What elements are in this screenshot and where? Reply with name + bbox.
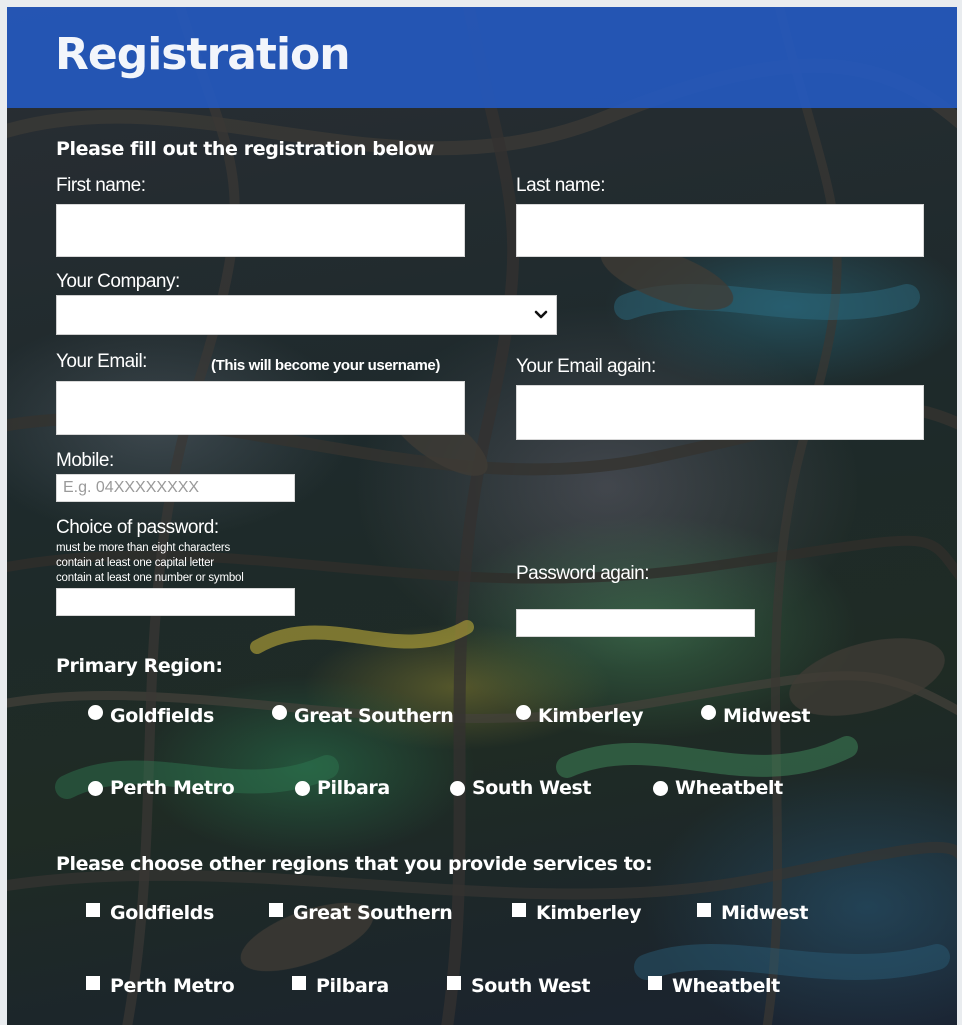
other-region-wheatbelt[interactable]: Wheatbelt: [648, 975, 780, 997]
radio-button[interactable]: [88, 704, 103, 720]
radio-button[interactable]: [295, 780, 310, 796]
region-label: Pilbara: [317, 777, 390, 799]
other-region-pilbara[interactable]: Pilbara: [292, 975, 389, 997]
checkbox[interactable]: [292, 976, 306, 990]
email-again-input[interactable]: [516, 385, 924, 440]
password-rule: contain at least one number or symbol: [56, 572, 244, 584]
first-name-label: First name:: [56, 175, 146, 196]
checkbox[interactable]: [697, 903, 711, 917]
password-rule: must be more than eight characters: [56, 542, 231, 554]
radio-button[interactable]: [701, 704, 716, 720]
mobile-input[interactable]: [56, 474, 295, 502]
region-label: Great Southern: [294, 705, 454, 727]
region-label: Kimberley: [538, 705, 644, 727]
radio-button[interactable]: [653, 780, 668, 796]
password-rule: contain at least one capital letter: [56, 557, 214, 569]
registration-panel: Registration Please fill out the registr…: [7, 7, 957, 1025]
email-username-note: (This will become your username): [211, 357, 440, 374]
last-name-label: Last name:: [516, 175, 606, 196]
page-title: Registration: [55, 29, 351, 80]
other-region-perth-metro[interactable]: Perth Metro: [86, 975, 235, 997]
checkbox[interactable]: [447, 976, 461, 990]
other-region-south-west[interactable]: South West: [447, 975, 590, 997]
region-label: Great Southern: [293, 902, 453, 924]
checkbox[interactable]: [269, 903, 283, 917]
region-label: Kimberley: [536, 902, 642, 924]
last-name-input[interactable]: [516, 204, 924, 257]
primary-region-south-west[interactable]: South West: [450, 777, 591, 799]
region-label: Midwest: [723, 705, 811, 727]
radio-button[interactable]: [88, 780, 103, 796]
password-again-input[interactable]: [516, 609, 755, 637]
radio-button[interactable]: [272, 704, 287, 720]
region-label: Goldfields: [110, 902, 214, 924]
region-label: Perth Metro: [110, 777, 235, 799]
region-label: South West: [471, 975, 591, 997]
primary-region-wheatbelt[interactable]: Wheatbelt: [653, 777, 783, 799]
primary-region-perth-metro[interactable]: Perth Metro: [88, 777, 235, 799]
primary-region-pilbara[interactable]: Pilbara: [295, 777, 390, 799]
primary-region-heading: Primary Region:: [56, 655, 223, 677]
checkbox[interactable]: [512, 903, 526, 917]
other-regions-heading: Please choose other regions that you pro…: [56, 853, 653, 875]
checkbox[interactable]: [86, 903, 100, 917]
header-band: Registration: [7, 7, 957, 108]
region-label: Midwest: [721, 902, 809, 924]
mobile-label: Mobile:: [56, 450, 114, 471]
company-select[interactable]: [56, 295, 557, 335]
password-again-label: Password again:: [516, 563, 649, 584]
password-rules: must be more than eight characters conta…: [56, 541, 244, 586]
radio-button[interactable]: [516, 704, 531, 720]
primary-region-goldfields[interactable]: Goldfields: [88, 704, 214, 727]
other-region-goldfields[interactable]: Goldfields: [86, 902, 214, 924]
region-label: Pilbara: [316, 975, 389, 997]
email-again-label: Your Email again:: [516, 356, 656, 377]
region-label: South West: [472, 777, 592, 799]
form-intro-heading: Please fill out the registration below: [56, 138, 434, 160]
company-label: Your Company:: [56, 271, 180, 292]
password-label: Choice of password:: [56, 517, 219, 538]
region-label: Wheatbelt: [675, 777, 783, 799]
email-label: Your Email:: [56, 351, 147, 372]
email-input[interactable]: [56, 381, 465, 435]
password-input[interactable]: [56, 588, 295, 616]
region-label: Wheatbelt: [672, 975, 780, 997]
primary-region-midwest[interactable]: Midwest: [701, 704, 811, 727]
checkbox[interactable]: [648, 976, 662, 990]
region-label: Perth Metro: [110, 975, 235, 997]
other-region-great-southern[interactable]: Great Southern: [269, 902, 453, 924]
other-region-kimberley[interactable]: Kimberley: [512, 902, 641, 924]
primary-region-great-southern[interactable]: Great Southern: [272, 704, 454, 727]
region-label: Goldfields: [110, 705, 214, 727]
primary-region-kimberley[interactable]: Kimberley: [516, 704, 644, 727]
radio-button[interactable]: [450, 780, 465, 796]
chevron-down-icon: [534, 310, 548, 319]
checkbox[interactable]: [86, 976, 100, 990]
other-region-midwest[interactable]: Midwest: [697, 902, 808, 924]
first-name-input[interactable]: [56, 204, 465, 257]
